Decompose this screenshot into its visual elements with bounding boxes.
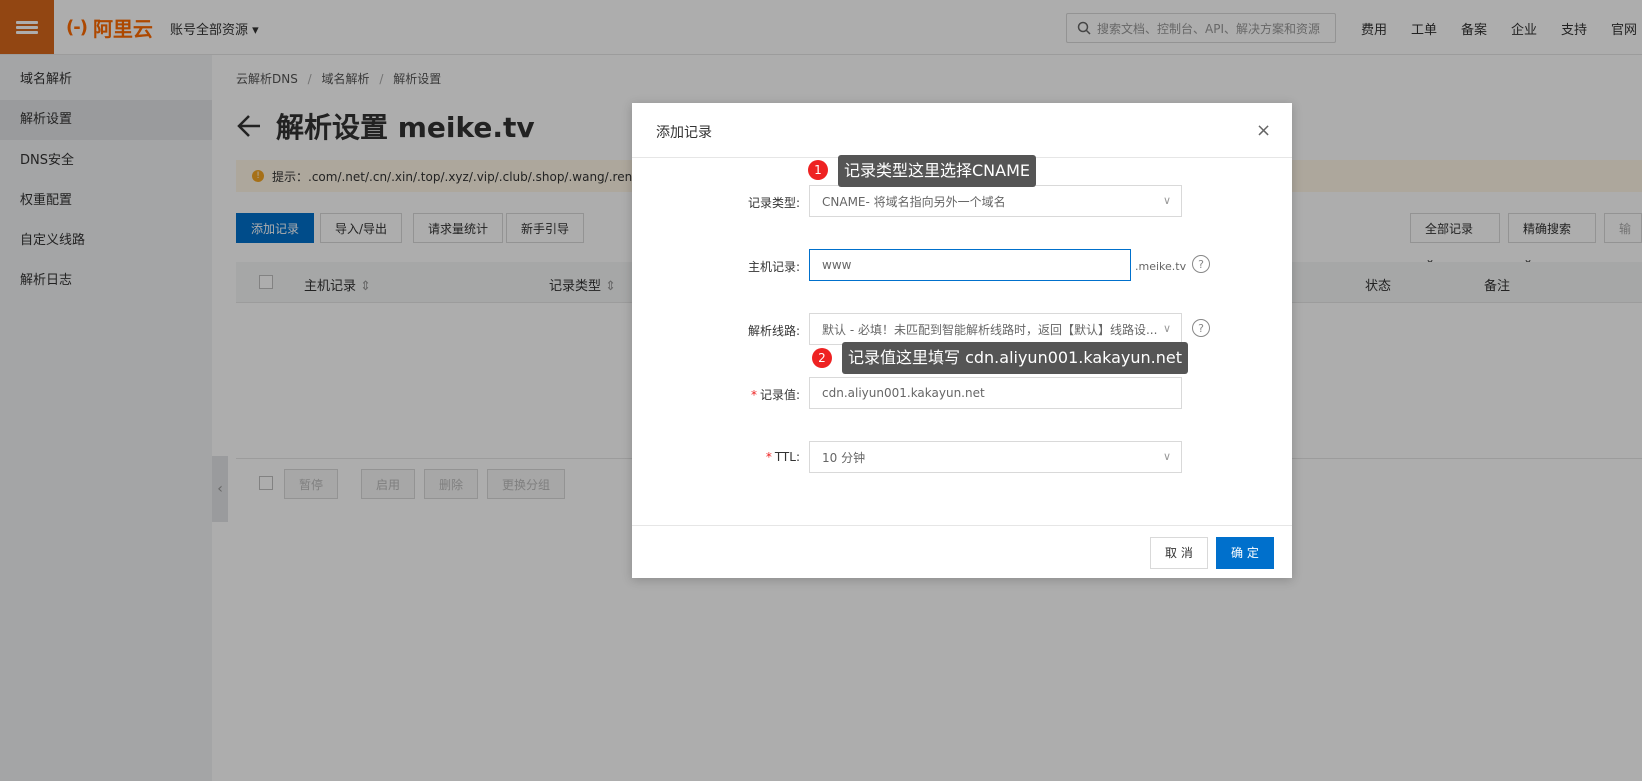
host-record-label: 主机记录: xyxy=(747,260,800,274)
confirm-button[interactable]: 确 定 xyxy=(1216,537,1274,569)
resolve-line-select[interactable]: 默认 - 必填！未匹配到智能解析线路时，返回【默认】线路设... ∨ xyxy=(809,313,1182,345)
close-icon[interactable]: × xyxy=(1256,120,1271,141)
chevron-down-icon: ∨ xyxy=(1162,450,1171,463)
record-type-label: 记录类型: xyxy=(747,196,800,210)
dialog-footer-divider xyxy=(632,525,1292,526)
callout-tooltip: 记录类型这里选择CNAME xyxy=(838,155,1037,187)
required-mark: * xyxy=(765,450,772,464)
record-value-text: cdn.aliyun001.kakayun.net xyxy=(822,386,985,400)
cancel-button[interactable]: 取 消 xyxy=(1150,537,1208,569)
record-type-select[interactable]: CNAME- 将域名指向另外一个域名 ∨ xyxy=(809,185,1182,217)
help-icon[interactable]: ? xyxy=(1192,255,1210,273)
callout-badge: 2 xyxy=(812,348,832,368)
resolve-line-label: 解析线路: xyxy=(747,324,800,338)
dialog-title: 添加记录 xyxy=(656,125,712,141)
help-icon[interactable]: ? xyxy=(1192,319,1210,337)
host-record-input[interactable]: www xyxy=(809,249,1131,281)
ttl-select[interactable]: 10 分钟 ∨ xyxy=(809,441,1182,473)
callout-badge: 1 xyxy=(808,160,828,180)
record-type-value: CNAME- 将域名指向另外一个域名 xyxy=(822,194,1006,209)
resolve-line-value: 默认 - 必填！未匹配到智能解析线路时，返回【默认】线路设... xyxy=(822,322,1158,337)
chevron-down-icon: ∨ xyxy=(1162,322,1171,335)
domain-suffix: .meike.tv xyxy=(1135,260,1187,273)
record-value-input[interactable]: cdn.aliyun001.kakayun.net xyxy=(809,377,1182,409)
host-record-value: www xyxy=(822,258,852,272)
callout-tooltip: 记录值这里填写 cdn.aliyun001.kakayun.net xyxy=(842,342,1189,374)
ttl-value: 10 分钟 xyxy=(822,450,866,465)
chevron-down-icon: ∨ xyxy=(1162,194,1171,207)
required-mark: * xyxy=(750,388,757,402)
record-value-label: * 记录值: xyxy=(750,388,800,402)
ttl-label: * TTL: xyxy=(765,450,800,464)
